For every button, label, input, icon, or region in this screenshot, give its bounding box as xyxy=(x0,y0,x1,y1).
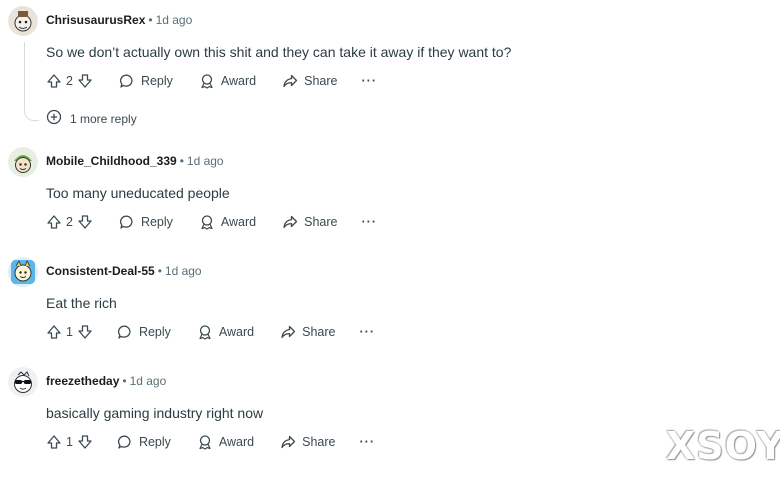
share-icon xyxy=(282,214,298,230)
separator-dot: • xyxy=(122,374,127,388)
reply-icon xyxy=(117,434,133,450)
vote-count: 1 xyxy=(66,325,73,339)
share-button[interactable]: Share xyxy=(274,429,341,455)
watermark-logo: XSOYO xyxy=(666,424,780,468)
more-options-button[interactable]: ··· xyxy=(352,209,388,235)
timestamp[interactable]: 1d ago xyxy=(156,13,193,27)
vote-controls: 2 xyxy=(40,209,99,235)
vote-count: 2 xyxy=(66,215,73,229)
reply-label: Reply xyxy=(138,435,171,449)
comment-meta: Consistent-Deal-55 • 1d ago xyxy=(46,264,202,278)
share-label: Share xyxy=(302,435,336,449)
award-label: Award xyxy=(220,215,257,229)
share-icon xyxy=(280,324,296,340)
award-icon xyxy=(199,214,215,230)
timestamp[interactable]: 1d ago xyxy=(187,154,224,168)
share-label: Share xyxy=(304,215,338,229)
separator-dot: • xyxy=(179,154,184,168)
reply-icon xyxy=(119,214,135,230)
award-icon xyxy=(197,434,213,450)
award-button[interactable]: Award xyxy=(193,209,262,235)
downvote-icon[interactable] xyxy=(77,214,93,230)
award-label: Award xyxy=(220,74,257,88)
more-icon: ··· xyxy=(359,325,375,339)
upvote-icon[interactable] xyxy=(46,324,62,340)
reply-icon xyxy=(119,73,135,89)
share-icon xyxy=(280,434,296,450)
more-icon: ··· xyxy=(361,215,377,229)
timestamp[interactable]: 1d ago xyxy=(130,374,167,388)
share-button[interactable]: Share xyxy=(276,68,343,94)
reply-label: Reply xyxy=(140,215,173,229)
award-button[interactable]: Award xyxy=(191,319,260,345)
more-options-button[interactable]: ··· xyxy=(352,68,388,94)
downvote-icon[interactable] xyxy=(77,73,93,89)
timestamp[interactable]: 1d ago xyxy=(165,264,202,278)
downvote-icon[interactable] xyxy=(77,324,93,340)
username[interactable]: Consistent-Deal-55 xyxy=(46,264,155,278)
award-icon xyxy=(197,324,213,340)
action-bar: 2 Reply Award Share ··· xyxy=(40,68,387,94)
vote-count: 1 xyxy=(66,435,73,449)
award-icon xyxy=(199,73,215,89)
more-replies-label: 1 more reply xyxy=(70,111,137,126)
vote-controls: 1 xyxy=(40,319,99,345)
reply-button[interactable]: Reply xyxy=(111,319,177,345)
share-icon xyxy=(282,73,298,89)
add-circle-icon xyxy=(46,109,62,128)
more-icon: ··· xyxy=(359,435,375,449)
comment-body: Eat the rich xyxy=(46,295,117,311)
thread-line xyxy=(24,42,39,121)
avatar[interactable] xyxy=(8,6,38,36)
award-label: Award xyxy=(218,435,255,449)
share-button[interactable]: Share xyxy=(274,319,341,345)
more-icon: ··· xyxy=(361,74,377,88)
separator-dot: • xyxy=(157,264,162,278)
avatar[interactable] xyxy=(8,257,38,287)
reply-icon xyxy=(117,324,133,340)
reply-label: Reply xyxy=(140,74,173,88)
reply-button[interactable]: Reply xyxy=(111,429,177,455)
more-options-button[interactable]: ··· xyxy=(350,429,386,455)
upvote-icon[interactable] xyxy=(46,73,62,89)
reply-button[interactable]: Reply xyxy=(113,209,179,235)
share-label: Share xyxy=(304,74,338,88)
vote-controls: 2 xyxy=(40,68,99,94)
action-bar: 2 Reply Award Share ··· xyxy=(40,209,387,235)
upvote-icon[interactable] xyxy=(46,434,62,450)
avatar[interactable] xyxy=(8,147,38,177)
share-button[interactable]: Share xyxy=(276,209,343,235)
action-bar: 1 Reply Award Share ··· xyxy=(40,429,385,455)
separator-dot: • xyxy=(148,13,153,27)
more-options-button[interactable]: ··· xyxy=(350,319,386,345)
award-button[interactable]: Award xyxy=(193,68,262,94)
username[interactable]: ChrisusaurusRex xyxy=(46,13,145,27)
vote-controls: 1 xyxy=(40,429,99,455)
action-bar: 1 Reply Award Share ··· xyxy=(40,319,385,345)
vote-count: 2 xyxy=(66,74,73,88)
username[interactable]: Mobile_Childhood_339 xyxy=(46,154,177,168)
share-label: Share xyxy=(302,325,336,339)
comment-meta: ChrisusaurusRex • 1d ago xyxy=(46,13,192,27)
comment-body: So we don’t actually own this shit and t… xyxy=(46,44,512,60)
comment-body: basically gaming industry right now xyxy=(46,405,264,421)
reply-button[interactable]: Reply xyxy=(113,68,179,94)
award-label: Award xyxy=(218,325,255,339)
reply-label: Reply xyxy=(138,325,171,339)
upvote-icon[interactable] xyxy=(46,214,62,230)
award-button[interactable]: Award xyxy=(191,429,260,455)
comment-body: Too many uneducated people xyxy=(46,185,230,201)
avatar[interactable] xyxy=(8,367,38,397)
username[interactable]: freezetheday xyxy=(46,374,119,388)
comment-meta: freezetheday • 1d ago xyxy=(46,374,166,388)
comment-meta: Mobile_Childhood_339 • 1d ago xyxy=(46,154,224,168)
downvote-icon[interactable] xyxy=(77,434,93,450)
more-replies-button[interactable]: 1 more reply xyxy=(46,109,137,128)
